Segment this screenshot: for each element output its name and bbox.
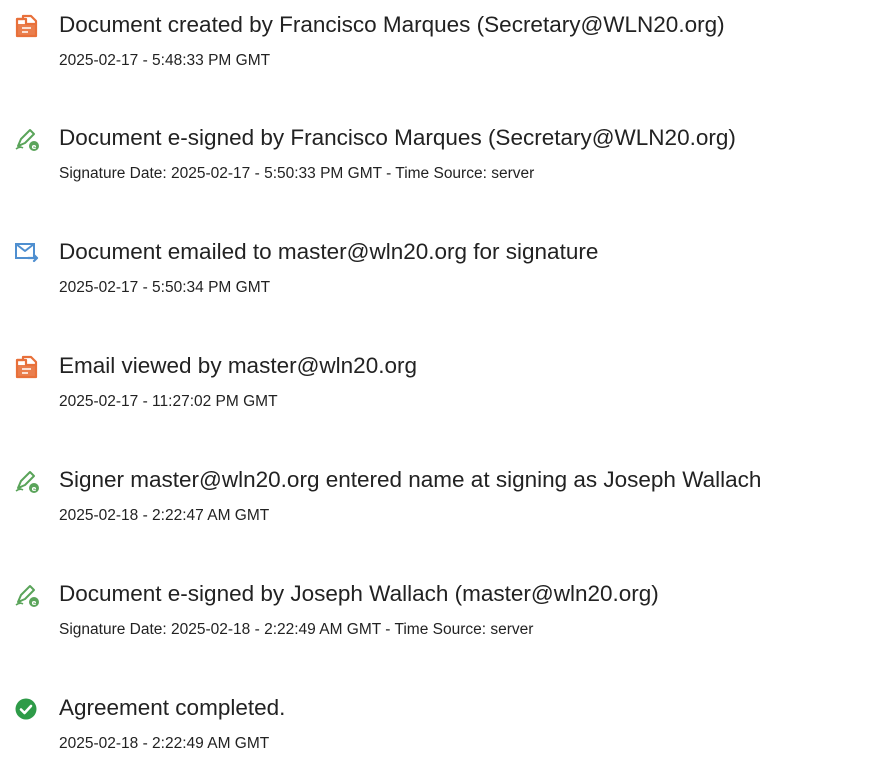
event-title: Document created by Francisco Marques (S… [59,12,725,37]
e-sign-pen-icon: e [14,582,40,608]
svg-text:e: e [32,485,37,493]
event-title: Document emailed to master@wln20.org for… [59,239,599,264]
document-viewed-icon [14,354,40,380]
event-timestamp: Signature Date: 2025-02-18 - 2:22:49 AM … [59,621,534,638]
event-timestamp: 2025-02-18 - 2:22:47 AM GMT [59,507,270,524]
event-title: Agreement completed. [59,695,286,720]
event-title: Document e-signed by Joseph Wallach (mas… [59,581,659,606]
event-timestamp: 2025-02-18 - 2:22:49 AM GMT [59,735,270,752]
event-title: Signer master@wln20.org entered name at … [59,467,762,492]
svg-text:e: e [32,599,37,607]
svg-text:e: e [32,143,37,151]
event-timestamp: 2025-02-17 - 11:27:02 PM GMT [59,393,278,410]
checkmark-circle-icon [14,696,40,722]
event-timestamp: 2025-02-17 - 5:48:33 PM GMT [59,52,271,69]
event-timestamp: Signature Date: 2025-02-17 - 5:50:33 PM … [59,165,535,182]
document-created-icon [14,13,40,39]
e-sign-pen-icon: e [14,468,40,494]
e-sign-pen-icon: e [14,126,40,152]
email-sent-icon [14,240,40,266]
event-timestamp: 2025-02-17 - 5:50:34 PM GMT [59,279,271,296]
event-title: Email viewed by master@wln20.org [59,353,417,378]
event-title: Document e-signed by Francisco Marques (… [59,125,736,150]
